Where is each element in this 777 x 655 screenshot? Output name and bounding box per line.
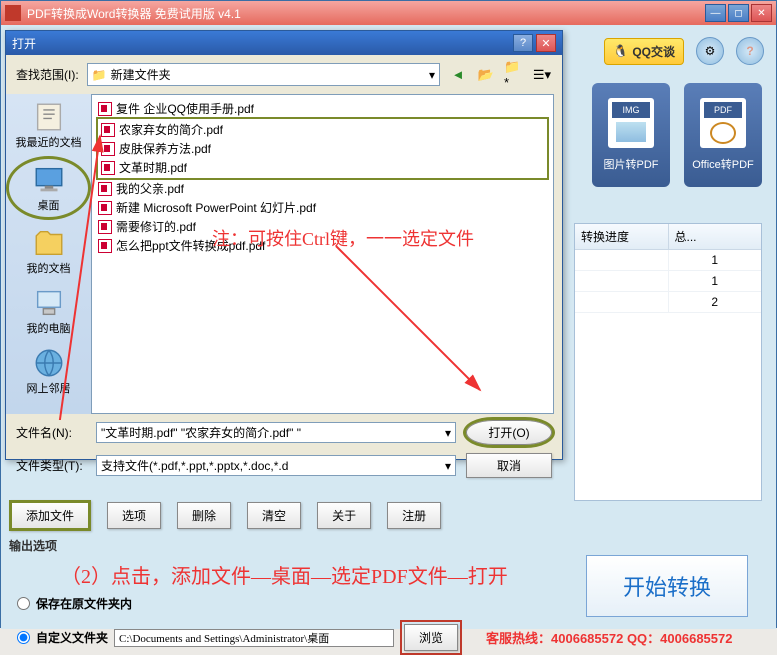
list-item[interactable]: 需要修订的.pdf xyxy=(96,217,549,236)
add-file-button[interactable]: 添加文件 xyxy=(9,500,91,531)
list-item[interactable]: 怎么把ppt文件转换成pdf.pdf xyxy=(96,236,549,255)
table-row[interactable]: 1 xyxy=(575,250,761,271)
save-original-label: 保存在原文件夹内 xyxy=(36,595,132,612)
pdf-icon xyxy=(98,239,112,253)
recent-docs-icon xyxy=(32,100,66,134)
filetype-label: 文件类型(T): xyxy=(16,457,86,474)
file-list[interactable]: 复件 企业QQ使用手册.pdf 农家弃女的简介.pdf 皮肤保养方法.pdf 文… xyxy=(91,94,554,414)
chevron-down-icon: ▾ xyxy=(445,426,451,440)
list-item[interactable]: 农家弃女的简介.pdf xyxy=(99,120,546,139)
maximize-button[interactable]: ◻ xyxy=(728,4,749,22)
hotline-text: 客服热线：4006685572 QQ：4006685572 xyxy=(486,628,732,647)
main-titlebar: PDF转换成Word转换器 免费试用版 v4.1 — ◻ ✕ xyxy=(1,1,776,25)
delete-button[interactable]: 删除 xyxy=(177,502,231,529)
app-title: PDF转换成Word转换器 免费试用版 v4.1 xyxy=(27,5,705,22)
settings-button[interactable]: ⚙ xyxy=(696,37,724,65)
pdf-icon xyxy=(98,182,112,196)
desktop-icon xyxy=(32,163,66,197)
cancel-button[interactable]: 取消 xyxy=(466,453,552,478)
pdf-icon xyxy=(98,201,112,215)
new-folder-icon[interactable]: 📁* xyxy=(504,65,524,85)
lookin-label: 查找范围(I): xyxy=(16,66,79,83)
back-icon[interactable]: ◄ xyxy=(448,65,468,85)
save-original-radio[interactable] xyxy=(17,597,30,610)
place-mycomp[interactable]: 我的电脑 xyxy=(6,282,91,340)
output-path-input[interactable] xyxy=(114,629,394,647)
custom-folder-label: 自定义文件夹 xyxy=(36,629,108,646)
start-convert-button[interactable]: 开始转换 xyxy=(586,555,748,617)
pdf-icon xyxy=(98,220,112,234)
minimize-button[interactable]: — xyxy=(705,4,726,22)
image-file-icon: IMG xyxy=(608,98,654,148)
help-button[interactable]: ? xyxy=(736,37,764,65)
tile-label: Office转PDF xyxy=(692,156,754,172)
pdf-icon xyxy=(101,161,115,175)
dialog-close-button[interactable]: ✕ xyxy=(536,34,556,52)
qq-chat-button[interactable]: 🐧 QQ交谈 xyxy=(604,38,684,65)
list-item[interactable]: 我的父亲.pdf xyxy=(96,179,549,198)
pdf-icon xyxy=(101,123,115,137)
place-mydocs[interactable]: 我的文档 xyxy=(6,222,91,280)
pdf-icon xyxy=(101,142,115,156)
output-options-label: 输出选项 xyxy=(9,537,57,554)
question-icon: ? xyxy=(746,44,753,58)
list-item[interactable]: 新建 Microsoft PowerPoint 幻灯片.pdf xyxy=(96,198,549,217)
gear-icon: ⚙ xyxy=(705,44,716,58)
app-icon xyxy=(5,5,21,21)
table-row[interactable]: 1 xyxy=(575,271,761,292)
list-item[interactable]: 皮肤保养方法.pdf xyxy=(99,139,546,158)
pdf-file-icon: PDF xyxy=(700,98,746,148)
register-button[interactable]: 注册 xyxy=(387,502,441,529)
up-folder-icon[interactable]: 📂 xyxy=(476,65,496,85)
lookin-dropdown[interactable]: 📁 新建文件夹 ▾ xyxy=(87,63,440,86)
progress-table: 转换进度 总... 1 1 2 xyxy=(574,223,762,501)
filename-label: 文件名(N): xyxy=(16,424,86,441)
places-bar: 我最近的文档 桌面 我的文档 我的电脑 网上邻居 xyxy=(6,94,91,414)
chevron-down-icon: ▾ xyxy=(429,68,435,82)
col-progress[interactable]: 转换进度 xyxy=(575,224,669,249)
list-item[interactable]: 文革时期.pdf xyxy=(99,158,546,177)
mydocs-icon xyxy=(32,226,66,260)
custom-folder-radio[interactable] xyxy=(17,631,30,644)
options-button[interactable]: 选项 xyxy=(107,502,161,529)
office-to-pdf-tile[interactable]: PDF Office转PDF xyxy=(684,83,762,187)
place-desktop[interactable]: 桌面 xyxy=(6,156,91,220)
tile-label: 图片转PDF xyxy=(604,156,659,172)
list-item[interactable]: 复件 企业QQ使用手册.pdf xyxy=(96,99,549,118)
table-row[interactable]: 2 xyxy=(575,292,761,313)
clear-button[interactable]: 清空 xyxy=(247,502,301,529)
place-recent[interactable]: 我最近的文档 xyxy=(6,96,91,154)
filename-input[interactable]: "文革时期.pdf" "农家弃女的简介.pdf" "▾ xyxy=(96,422,456,443)
folder-icon: 📁 xyxy=(92,68,107,82)
chevron-down-icon: ▾ xyxy=(445,459,451,473)
open-file-dialog: 打开 ? ✕ 查找范围(I): 📁 新建文件夹 ▾ ◄ 📂 📁* ☰▾ 我最近的… xyxy=(5,30,563,460)
lookin-value: 新建文件夹 xyxy=(111,66,171,83)
instruction-annotation: （2）点击，添加文件—桌面—选定PDF文件—打开 xyxy=(61,560,508,589)
penguin-icon: 🐧 xyxy=(613,44,628,58)
qq-label: QQ交谈 xyxy=(632,43,675,60)
filetype-dropdown[interactable]: 支持文件(*.pdf,*.ppt,*.pptx,*.doc,*.d▾ xyxy=(96,455,456,476)
open-button[interactable]: 打开(O) xyxy=(466,420,552,445)
place-network[interactable]: 网上邻居 xyxy=(6,342,91,400)
dialog-help-button[interactable]: ? xyxy=(513,34,533,52)
dialog-title: 打开 xyxy=(12,35,510,52)
mycomputer-icon xyxy=(32,286,66,320)
browse-button[interactable]: 浏览 xyxy=(404,624,458,651)
pdf-icon xyxy=(98,102,112,116)
about-button[interactable]: 关于 xyxy=(317,502,371,529)
network-icon xyxy=(32,346,66,380)
col-total[interactable]: 总... xyxy=(669,224,762,249)
views-icon[interactable]: ☰▾ xyxy=(532,65,552,85)
close-button[interactable]: ✕ xyxy=(751,4,772,22)
image-to-pdf-tile[interactable]: IMG 图片转PDF xyxy=(592,83,670,187)
